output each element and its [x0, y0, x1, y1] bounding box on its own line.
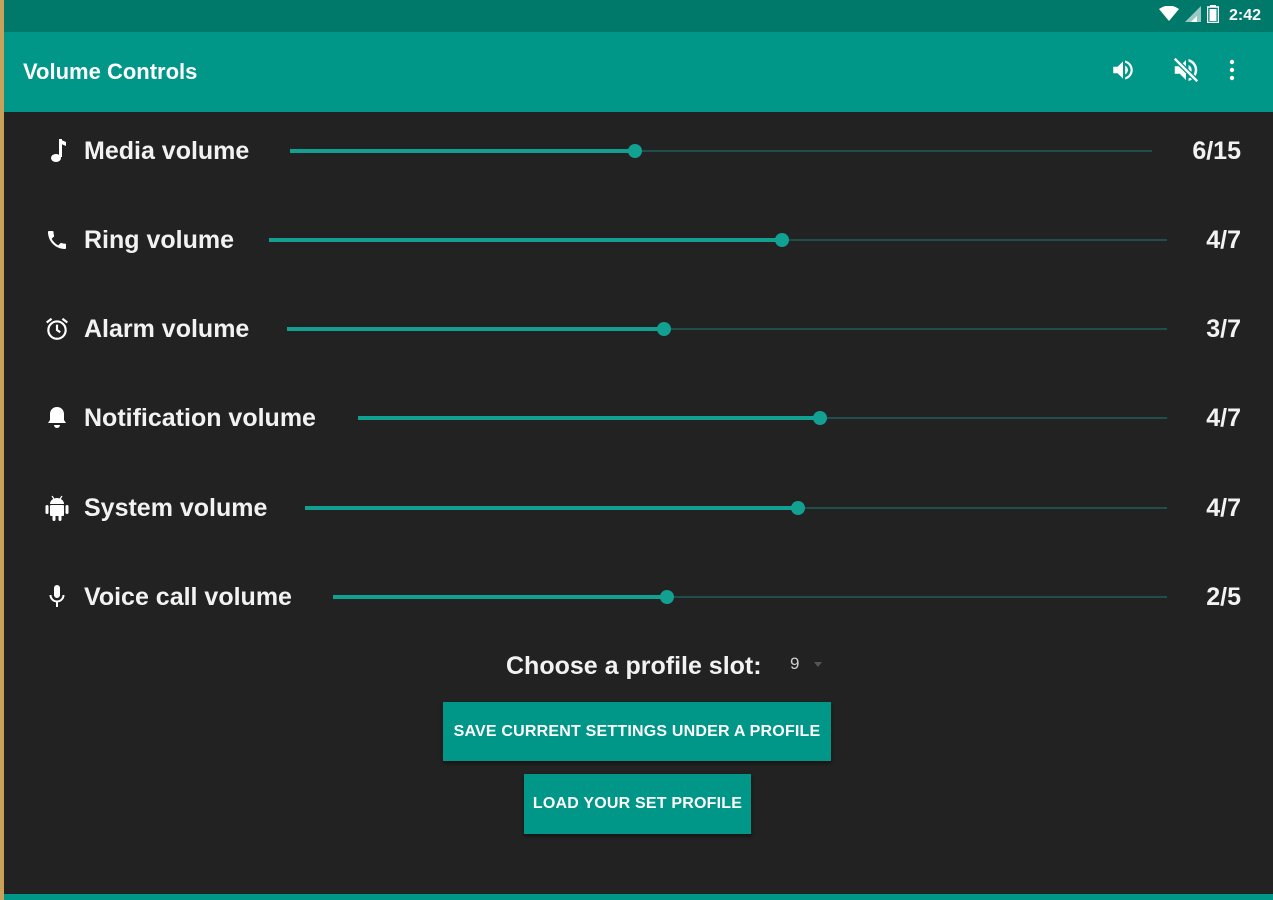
volume-row-system: System volume 4/7 — [4, 482, 1273, 532]
profile-slot-value: 9 — [790, 654, 800, 673]
ring-volume-slider[interactable] — [269, 230, 1167, 250]
volume-up-icon — [1110, 57, 1136, 88]
volume-value: 4/7 — [1206, 226, 1241, 254]
more-vert-icon — [1229, 59, 1235, 86]
volume-row-voice-call: Voice call volume 2/5 — [4, 571, 1273, 621]
slider-thumb[interactable] — [775, 233, 790, 247]
volume-label: Voice call volume — [84, 583, 292, 611]
wifi-icon — [1158, 5, 1179, 27]
volume-label: System volume — [84, 494, 268, 522]
notification-volume-slider[interactable] — [358, 408, 1167, 428]
volume-value: 4/7 — [1206, 404, 1241, 432]
slider-thumb[interactable] — [659, 590, 674, 604]
slider-thumb[interactable] — [790, 501, 805, 515]
volume-row-media: Media volume 6/15 — [4, 125, 1273, 175]
voice-call-volume-slider[interactable] — [333, 587, 1167, 607]
profile-slot-spinner[interactable]: 9 — [788, 650, 832, 680]
alarm-volume-slider[interactable] — [287, 319, 1167, 339]
volume-mute-icon — [1171, 55, 1201, 90]
bell-icon — [44, 405, 70, 431]
microphone-icon — [44, 584, 70, 610]
profile-slot-label: Choose a profile slot: — [506, 652, 762, 680]
slider-fill — [333, 595, 667, 599]
slider-thumb[interactable] — [627, 144, 642, 158]
app-title: Volume Controls — [23, 59, 198, 84]
signal-icon — [1184, 5, 1201, 27]
slider-fill — [358, 416, 821, 420]
music-note-icon — [44, 138, 70, 164]
volume-label: Alarm volume — [84, 315, 250, 343]
slider-fill — [287, 327, 665, 331]
status-time: 2:42 — [1228, 7, 1261, 24]
volume-value: 4/7 — [1206, 494, 1241, 522]
battery-icon — [1206, 4, 1220, 28]
slider-fill — [305, 506, 798, 510]
bottom-edge — [4, 894, 1273, 900]
slider-fill — [269, 238, 783, 242]
volume-row-alarm: Alarm volume 3/7 — [4, 303, 1273, 353]
volume-row-ring: Ring volume 4/7 — [4, 214, 1273, 264]
save-profile-button[interactable]: SAVE CURRENT SETTINGS UNDER A PROFILE — [443, 702, 831, 761]
app-bar: Volume Controls — [4, 32, 1273, 112]
system-volume-slider[interactable] — [305, 498, 1167, 518]
volume-panel: Media volume 6/15 Ring volume 4/7 Alarm … — [4, 112, 1273, 894]
android-icon — [44, 495, 70, 521]
volume-label: Ring volume — [84, 226, 235, 254]
overflow-menu-button[interactable] — [1216, 56, 1248, 88]
volume-row-notification: Notification volume 4/7 — [4, 392, 1273, 442]
slider-fill — [290, 149, 635, 153]
mute-button[interactable] — [1170, 56, 1202, 88]
volume-label: Media volume — [84, 137, 250, 165]
status-bar: 2:42 — [4, 0, 1273, 32]
media-volume-slider[interactable] — [290, 141, 1152, 161]
phone-icon — [44, 227, 70, 253]
volume-value: 6/15 — [1192, 137, 1241, 165]
volume-value: 2/5 — [1206, 583, 1241, 611]
dropdown-arrow-icon — [814, 662, 822, 667]
slider-thumb[interactable] — [657, 322, 672, 336]
slider-thumb[interactable] — [813, 411, 828, 425]
volume-value: 3/7 — [1206, 315, 1241, 343]
volume-up-button[interactable] — [1107, 56, 1139, 88]
load-profile-button[interactable]: LOAD YOUR SET PROFILE — [524, 774, 751, 834]
volume-label: Notification volume — [84, 404, 316, 432]
status-icons: 2:42 — [1158, 4, 1261, 28]
alarm-clock-icon — [44, 316, 70, 342]
